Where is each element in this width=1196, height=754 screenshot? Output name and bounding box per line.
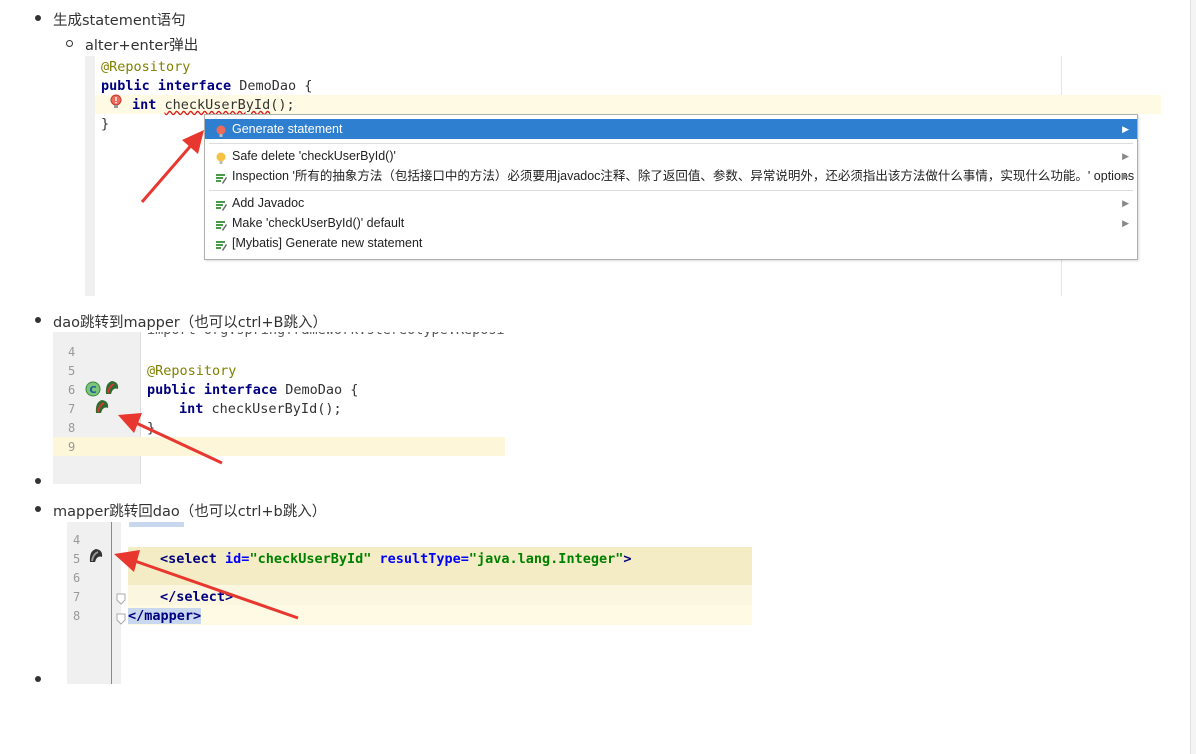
line-number: 6 [68,383,76,397]
annotation-arrow [114,550,299,620]
method-name: checkUserById(); [211,401,342,417]
section-title-generate-statement: 生成statement语句 [53,13,186,29]
list-bullet [35,676,41,682]
section-title-mapper-to-dao: mapper跳转回dao（也可以ctrl+b跳入） [53,504,327,520]
popup-item-generate-statement[interactable]: Generate statement ▶ [205,119,1137,139]
interface-declaration: public interface DemoDao { [101,78,312,94]
keyword-public: public [101,78,150,94]
section-title-dao-to-mapper: dao跳转到mapper（也可以ctrl+B跳入） [53,315,328,331]
submenu-arrow-icon: ▶ [1122,218,1129,228]
intention-actions-popup: Generate statement ▶ Safe delete 'checkU… [204,114,1138,260]
edit-pencil-icon [215,217,227,231]
svg-text:C: C [89,385,96,396]
method-parens: (); [270,97,295,113]
line-number: 5 [73,552,81,566]
keyword-interface: interface [203,382,278,398]
closing-brace: } [101,116,110,132]
line-number: 8 [68,421,76,435]
keyword-public: public [147,382,196,398]
list-bullet [35,478,41,484]
submenu-arrow-icon: ▶ [1122,198,1129,208]
popup-item-label: Safe delete 'checkUserById()' [232,149,396,163]
mybatis-navigate-icon[interactable] [87,547,105,569]
line-number: 4 [73,533,81,547]
submenu-arrow-icon: ▶ [1122,124,1129,134]
class-name: DemoDao { [239,78,313,94]
line-number: 5 [68,364,76,378]
popup-item-label: Make 'checkUserById()' default [232,216,405,230]
list-bullet [66,40,73,47]
xml-value: "java.lang.Integer" [468,551,624,567]
line-number: 4 [68,345,76,359]
cut-off-import-line: import org.springframework.stereotype.Re… [147,332,505,338]
line-number: 8 [73,609,81,623]
popup-item-label: [Mybatis] Generate new statement [232,236,423,250]
popup-item-mybatis-generate[interactable]: [Mybatis] Generate new statement [205,233,1137,253]
keyword-int: int [132,97,157,113]
xml-tag: > [623,551,632,567]
popup-item-add-javadoc[interactable]: Add Javadoc ▶ [205,193,1137,213]
xml-attr: resultType= [379,551,469,567]
section-subtitle-alt-enter: alter+enter弹出 [85,38,199,54]
repository-annotation: @Repository [101,59,191,75]
method-declaration[interactable]: int checkUserById(); [132,97,295,113]
repository-annotation: @Repository [147,363,237,379]
edit-pencil-icon [215,237,227,251]
popup-item-label: Generate statement [232,122,343,136]
submenu-arrow-icon: ▶ [1122,151,1129,161]
line-number: 6 [73,571,81,585]
annotation-arrow [118,413,223,465]
scrollbar-track[interactable] [1190,0,1196,754]
annotation-arrow [140,130,204,203]
line-number: 7 [73,590,81,604]
interface-declaration: public interface DemoDao { [147,382,358,398]
popup-item-make-default[interactable]: Make 'checkUserById()' default ▶ [205,213,1137,233]
method-name-error[interactable]: checkUserById [165,97,271,113]
popup-item-label: Add Javadoc [232,196,305,210]
popup-item-inspection[interactable]: Inspection '所有的抽象方法（包括接口中的方法）必须要用javadoc… [205,166,1137,186]
editor-gutter [85,56,95,296]
popup-separator [209,143,1133,144]
submenu-arrow-icon: ▶ [1122,171,1129,181]
line-number: 9 [68,440,76,454]
mybatis-navigate-icon[interactable] [93,398,111,420]
list-bullet [35,506,41,512]
list-bullet [35,317,41,323]
class-name: DemoDao { [285,382,359,398]
cut-off-line [129,522,184,527]
line-number: 7 [68,402,76,416]
popup-separator [209,190,1133,191]
popup-item-safe-delete[interactable]: Safe delete 'checkUserById()' ▶ [205,146,1137,166]
list-bullet [35,15,41,21]
keyword-interface: interface [157,78,232,94]
popup-item-label: Inspection '所有的抽象方法（包括接口中的方法）必须要用javadoc… [232,169,1135,183]
bulb-error-icon[interactable] [109,94,123,110]
